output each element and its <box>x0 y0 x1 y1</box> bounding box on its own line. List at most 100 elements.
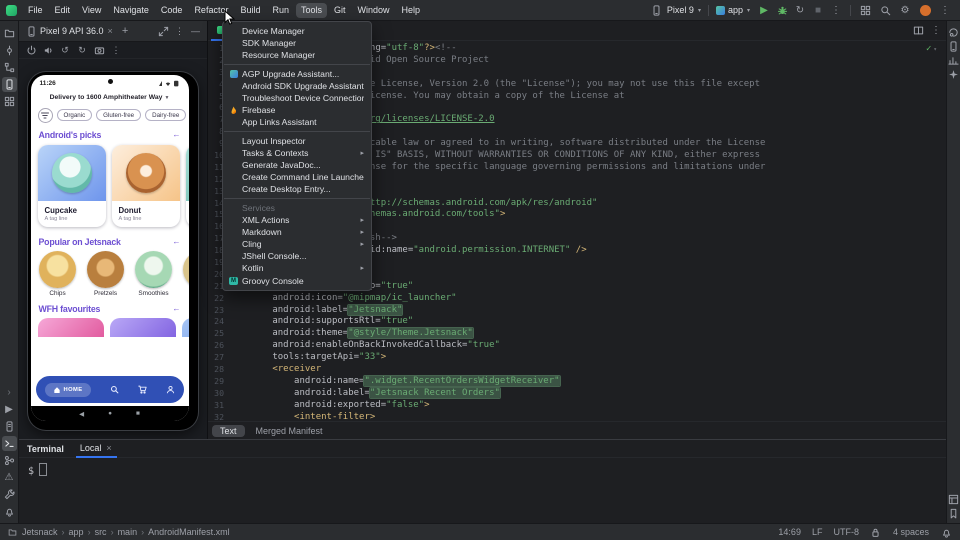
delivery-address-selector[interactable]: Delivery to 1600 Amphitheater Way ▼ <box>31 90 189 105</box>
more-v-icon[interactable]: ⋮ <box>929 24 943 38</box>
filter-chip[interactable]: Dairy-free <box>145 109 186 121</box>
code-line[interactable]: 31 android:exported="false"> <box>207 400 947 412</box>
snack-card[interactable]: Cupcake A tag line <box>38 145 106 227</box>
close-icon[interactable]: × <box>107 26 114 36</box>
menu-item-android-sdk-upgrade-assistant[interactable]: Android SDK Upgrade Assistant <box>223 80 371 92</box>
line-separator[interactable]: LF <box>812 527 823 537</box>
terminal-title[interactable]: Terminal <box>27 444 64 454</box>
app-insights-icon[interactable] <box>948 54 960 66</box>
menu-item-agp-upgrade-assistant[interactable]: AGP Upgrade Assistant... <box>223 68 371 80</box>
power-icon[interactable] <box>25 44 37 56</box>
stop-icon[interactable]: ■ <box>811 3 825 17</box>
hide-icon[interactable]: — <box>189 25 202 38</box>
filter-chip[interactable]: Gluten-free <box>96 109 141 121</box>
menu-item-cling[interactable]: Cling▸ <box>223 238 371 250</box>
menu-bar-item[interactable]: Tools <box>296 3 327 18</box>
add-device-tab-button[interactable]: + <box>117 25 133 37</box>
menu-item-groovy-console[interactable]: MGroovy Console <box>223 275 371 287</box>
rotate-right-icon[interactable]: ↻ <box>76 44 88 56</box>
notifications-icon[interactable] <box>2 504 17 519</box>
snack-item[interactable]: Chips <box>38 251 78 297</box>
bookmarks-icon[interactable] <box>948 507 960 519</box>
code-line[interactable]: 30 android:label="Jetsnack Recent Orders… <box>207 388 947 400</box>
snack-card-partial[interactable] <box>182 318 189 337</box>
restart-icon[interactable]: ↻ <box>793 3 807 17</box>
breadcrumb-item[interactable]: src <box>95 527 118 537</box>
more-v-icon[interactable]: ⋮ <box>110 44 122 56</box>
device-manager-icon[interactable] <box>948 40 960 52</box>
arrow-left-icon[interactable]: ← <box>173 237 181 246</box>
code-line[interactable]: 27 tools:targetApi="33"> <box>207 352 947 364</box>
maximize-icon[interactable] <box>157 25 170 38</box>
file-encoding[interactable]: UTF-8 <box>833 527 859 537</box>
snack-card[interactable]: Eclair A tag line <box>186 145 189 227</box>
play-icon[interactable]: ▶ <box>757 3 771 17</box>
gradle-icon[interactable] <box>948 26 960 38</box>
menu-bar-item[interactable]: View <box>77 3 106 18</box>
settings-icon[interactable]: ⚙ <box>898 3 912 17</box>
menu-item-troubleshoot-device-connections[interactable]: Troubleshoot Device Connections <box>223 92 371 104</box>
menu-item-markdown[interactable]: Markdown▸ <box>223 226 371 238</box>
breadcrumb-item[interactable]: Jetsnack <box>22 527 69 537</box>
terminal-session-tab[interactable]: Local × <box>76 439 117 458</box>
notifications-icon[interactable] <box>940 526 952 538</box>
running-devices-icon[interactable] <box>2 77 17 92</box>
menu-item-device-manager[interactable]: Device Manager <box>223 25 371 37</box>
caret-position[interactable]: 14:69 <box>778 527 801 537</box>
menu-bar-item[interactable]: Refactor <box>189 3 233 18</box>
nav-cart-icon[interactable] <box>138 385 147 394</box>
snack-item[interactable]: Smoothies <box>134 251 174 297</box>
menu-bar-item[interactable]: File <box>23 3 48 18</box>
menu-bar-item[interactable]: Help <box>397 3 426 18</box>
split-icon[interactable] <box>911 24 925 38</box>
build-icon[interactable] <box>2 487 17 502</box>
menu-bar-item[interactable]: Build <box>235 3 265 18</box>
volume-up-icon[interactable] <box>42 44 54 56</box>
camera-icon[interactable] <box>93 44 105 56</box>
snack-item[interactable]: Pretzels <box>86 251 126 297</box>
device-tab[interactable]: Pixel 9 API 36.0 × <box>23 21 117 41</box>
filter-icon[interactable] <box>38 108 53 123</box>
terminal-output[interactable]: $ <box>18 458 947 524</box>
menu-item-create-desktop-entry[interactable]: Create Desktop Entry... <box>223 183 371 195</box>
menu-bar-item[interactable]: Code <box>156 3 188 18</box>
run-icon[interactable]: ▶ <box>2 402 17 417</box>
code-line[interactable]: 23 android:label="Jetsnack" <box>207 305 947 317</box>
chevron-right-icon[interactable]: › <box>7 387 10 398</box>
logcat-icon[interactable] <box>2 419 17 434</box>
filter-chip[interactable]: Organic <box>57 109 93 121</box>
menu-bar-item[interactable]: Navigate <box>108 3 154 18</box>
editor-view-tab[interactable]: Merged Manifest <box>248 425 331 437</box>
menu-item-resource-manager[interactable]: Resource Manager <box>223 49 371 61</box>
lock-icon[interactable] <box>870 526 882 538</box>
layout-inspector-icon[interactable] <box>948 493 960 505</box>
close-icon[interactable]: × <box>105 443 112 453</box>
run-config-selector[interactable]: app ▾ <box>716 5 750 15</box>
nav-search-icon[interactable] <box>110 385 119 394</box>
menu-item-firebase[interactable]: Firebase <box>223 104 371 116</box>
code-line[interactable]: 25 android:theme="@style/Theme.Jetsnack" <box>207 328 947 340</box>
editor-view-tab[interactable]: Text <box>212 425 245 437</box>
more-v-icon[interactable]: ⋮ <box>829 3 843 17</box>
menu-bar-item[interactable]: Git <box>329 3 351 18</box>
menu-item-jshell-console[interactable]: JShell Console... <box>223 250 371 262</box>
widgets-icon[interactable] <box>858 3 872 17</box>
indent-widget[interactable]: 4 spaces <box>893 527 929 537</box>
avatar-icon[interactable] <box>918 3 932 17</box>
snack-item[interactable]: Popcorn <box>182 251 189 297</box>
structure-icon[interactable] <box>2 60 17 75</box>
nav-home-button[interactable]: HOME <box>45 383 91 397</box>
menu-bar-item[interactable]: Window <box>353 3 395 18</box>
back-button[interactable]: ◀ <box>79 410 84 418</box>
arrow-left-icon[interactable]: ← <box>173 130 181 139</box>
git-icon[interactable] <box>2 453 17 468</box>
arrow-left-icon[interactable]: ← <box>173 304 181 313</box>
problems-icon[interactable]: ⚠ <box>2 470 17 485</box>
more-v-icon[interactable]: ⋮ <box>173 25 186 38</box>
snack-card-partial[interactable] <box>110 318 176 337</box>
breadcrumb-item[interactable]: app <box>69 527 95 537</box>
menu-item-generate-javadoc[interactable]: Generate JavaDoc... <box>223 159 371 171</box>
menu-item-sdk-manager[interactable]: SDK Manager <box>223 37 371 49</box>
breadcrumb-item[interactable]: AndroidManifest.xml <box>148 527 230 537</box>
debug-icon[interactable] <box>775 3 789 17</box>
